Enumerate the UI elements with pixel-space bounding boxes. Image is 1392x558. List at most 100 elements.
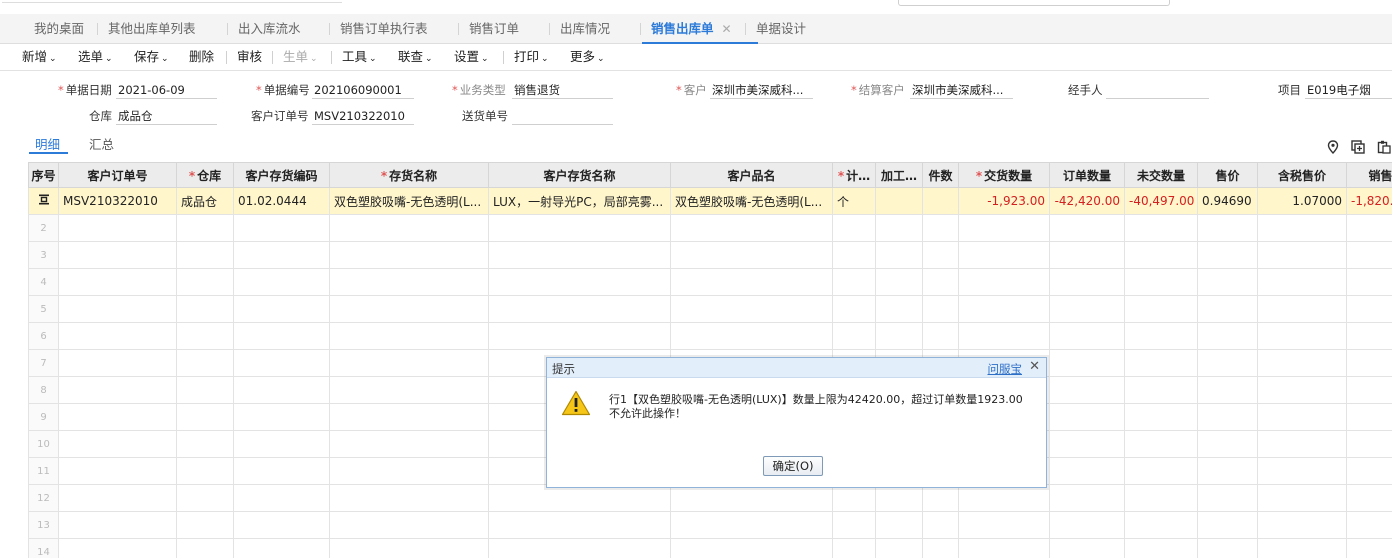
row-number: 4 [28, 268, 59, 296]
col-header-cust-item-name[interactable]: 客户存货名称 [488, 162, 671, 188]
warehouse-field[interactable]: 成品仓 [116, 107, 217, 125]
biz-type-label: * 业务类型 [452, 83, 506, 97]
location-icon[interactable] [1327, 140, 1339, 154]
tab-sales-outbound[interactable]: 销售出库单 ✕ [640, 14, 758, 44]
more-button[interactable]: 更多 ⌄ [570, 44, 605, 70]
cell-cust-product[interactable]: 双色塑胶吸嘴-无色透明(L... [670, 187, 833, 215]
row-number: 14 [28, 538, 59, 558]
cell-item-name[interactable]: 双色塑胶吸嘴-无色透明(L... [329, 187, 489, 215]
subtab-detail[interactable]: 明细 [28, 134, 69, 154]
settle-customer-label: * 结算客户 [851, 83, 905, 97]
top-strip [0, 0, 1392, 10]
col-header-price[interactable]: 售价 [1197, 162, 1258, 188]
select-button[interactable]: 选单 ⌄ [78, 44, 113, 70]
handler-field[interactable] [1106, 81, 1209, 99]
row-number: 12 [28, 484, 59, 512]
table-row[interactable]: MSV210322010 成品仓 01.02.0444 双色塑胶吸嘴-无色透明(… [28, 187, 1392, 215]
paste-row-icon[interactable] [1377, 140, 1391, 154]
row-menu-icon[interactable] [38, 194, 50, 205]
project-field[interactable]: E019电子烟 [1305, 81, 1392, 99]
settings-button[interactable]: 设置 ⌄ [454, 44, 489, 70]
col-header-pieces[interactable]: 件数 [922, 162, 959, 188]
col-header-cust-product[interactable]: 客户品名 [670, 162, 833, 188]
col-header-cust-order[interactable]: 客户订单号 [58, 162, 177, 188]
date-field[interactable]: 2021-06-09 [116, 81, 217, 99]
copy-row-icon[interactable] [1351, 140, 1365, 154]
save-button[interactable]: 保存 ⌄ [134, 44, 169, 70]
col-header-ordered[interactable]: 订单数量 [1049, 162, 1125, 188]
print-button[interactable]: 打印 ⌄ [514, 44, 549, 70]
col-header-tax-price[interactable]: 含税售价 [1257, 162, 1347, 188]
close-icon[interactable]: ✕ [722, 22, 732, 36]
tab-doc-design[interactable]: 单据设计 [744, 14, 806, 43]
cell-process[interactable] [875, 187, 923, 215]
cell-cust-order[interactable]: MSV210322010 [58, 187, 177, 215]
tab-sales-order-exec[interactable]: 销售订单执行表 [329, 14, 428, 43]
col-header-item-name[interactable]: * 存货名称 [329, 162, 489, 188]
cell-pieces[interactable] [922, 187, 959, 215]
tab-stock-flow[interactable]: 出入库流水 [227, 14, 301, 43]
ok-button[interactable]: 确定(O) [763, 456, 823, 476]
table-row[interactable]: 13 [28, 511, 1392, 539]
top-strip-edge [2, 0, 342, 3]
settle-customer-field[interactable]: 深圳市美深威科... [910, 81, 1013, 99]
row-number: 13 [28, 511, 59, 539]
query-button[interactable]: 联查 ⌄ [398, 44, 433, 70]
dialog-title: 提示 [552, 362, 575, 376]
row-handle[interactable] [28, 187, 59, 215]
cell-price[interactable]: 0.94690 [1197, 187, 1258, 215]
table-row[interactable]: 14 [28, 538, 1392, 558]
row-number: 8 [28, 376, 59, 404]
help-link[interactable]: 问服宝 [988, 361, 1023, 377]
customer-field[interactable]: 深圳市美深威科... [710, 81, 813, 99]
tab-my-desktop[interactable]: 我的桌面 [34, 14, 84, 43]
delivery-no-field[interactable] [512, 107, 613, 125]
row-number: 7 [28, 349, 59, 377]
doc-no-field[interactable]: 202106090001 [312, 81, 414, 99]
cust-order-field[interactable]: MSV210322010 [312, 107, 414, 125]
generate-label: 生单 [283, 49, 309, 64]
more-label: 更多 [570, 49, 596, 64]
cell-cust-item-name[interactable]: LUX，一射导光PC，局部亮雾... [488, 187, 671, 215]
tools-button[interactable]: 工具 ⌄ [342, 44, 377, 70]
cell-cust-code[interactable]: 01.02.0444 [233, 187, 330, 215]
toolbar-divider [226, 51, 227, 64]
col-header-amount[interactable]: 销售金额 [1346, 162, 1392, 188]
generate-button[interactable]: 生单 ⌄ [283, 44, 318, 70]
warehouse-label: 仓库 [89, 109, 112, 123]
table-row[interactable]: 6 [28, 322, 1392, 350]
cell-undelivered[interactable]: -40,497.00 [1124, 187, 1198, 215]
table-row[interactable]: 5 [28, 295, 1392, 323]
col-header-process[interactable]: 加工… [875, 162, 923, 188]
table-row[interactable]: 3 [28, 241, 1392, 269]
col-header-seq[interactable]: 序号 [28, 162, 59, 188]
new-button[interactable]: 新增 ⌄ [22, 44, 57, 70]
col-header-cust-code[interactable]: 客户存货编码 [233, 162, 330, 188]
cell-amount[interactable]: -1,820.8 [1346, 187, 1392, 215]
delete-button[interactable]: 删除 [189, 44, 214, 70]
warning-icon [561, 390, 591, 416]
table-row[interactable]: 4 [28, 268, 1392, 296]
cell-ordered[interactable]: -42,420.00 [1049, 187, 1125, 215]
cell-warehouse[interactable]: 成品仓 [176, 187, 234, 215]
row-number: 11 [28, 457, 59, 485]
table-row[interactable]: 2 [28, 214, 1392, 242]
col-header-delivered[interactable]: * 交货数量 [958, 162, 1050, 188]
close-icon[interactable]: ✕ [1029, 359, 1040, 374]
customer-label: * 客户 [676, 83, 707, 97]
col-header-warehouse[interactable]: * 仓库 [176, 162, 234, 188]
tab-sales-order[interactable]: 销售订单 [457, 14, 519, 43]
tab-outbound-status[interactable]: 出库情况 [548, 14, 610, 43]
col-header-unit[interactable]: * 计… [832, 162, 876, 188]
cell-delivered[interactable]: -1,923.00 [958, 187, 1050, 215]
biz-type-field[interactable]: 销售退货 [512, 81, 613, 99]
global-search-box[interactable] [898, 0, 1170, 6]
save-label: 保存 [134, 49, 160, 64]
subtab-summary[interactable]: 汇总 [89, 134, 114, 153]
col-header-undelivered[interactable]: 未交数量 [1124, 162, 1198, 188]
cell-unit[interactable]: 个 [832, 187, 876, 215]
cell-tax-price[interactable]: 1.07000 [1257, 187, 1347, 215]
detail-tabs: 明细 汇总 [0, 130, 1392, 156]
tab-other-outbound-list[interactable]: 其他出库单列表 [97, 14, 196, 43]
audit-button[interactable]: 审核 [237, 44, 262, 70]
